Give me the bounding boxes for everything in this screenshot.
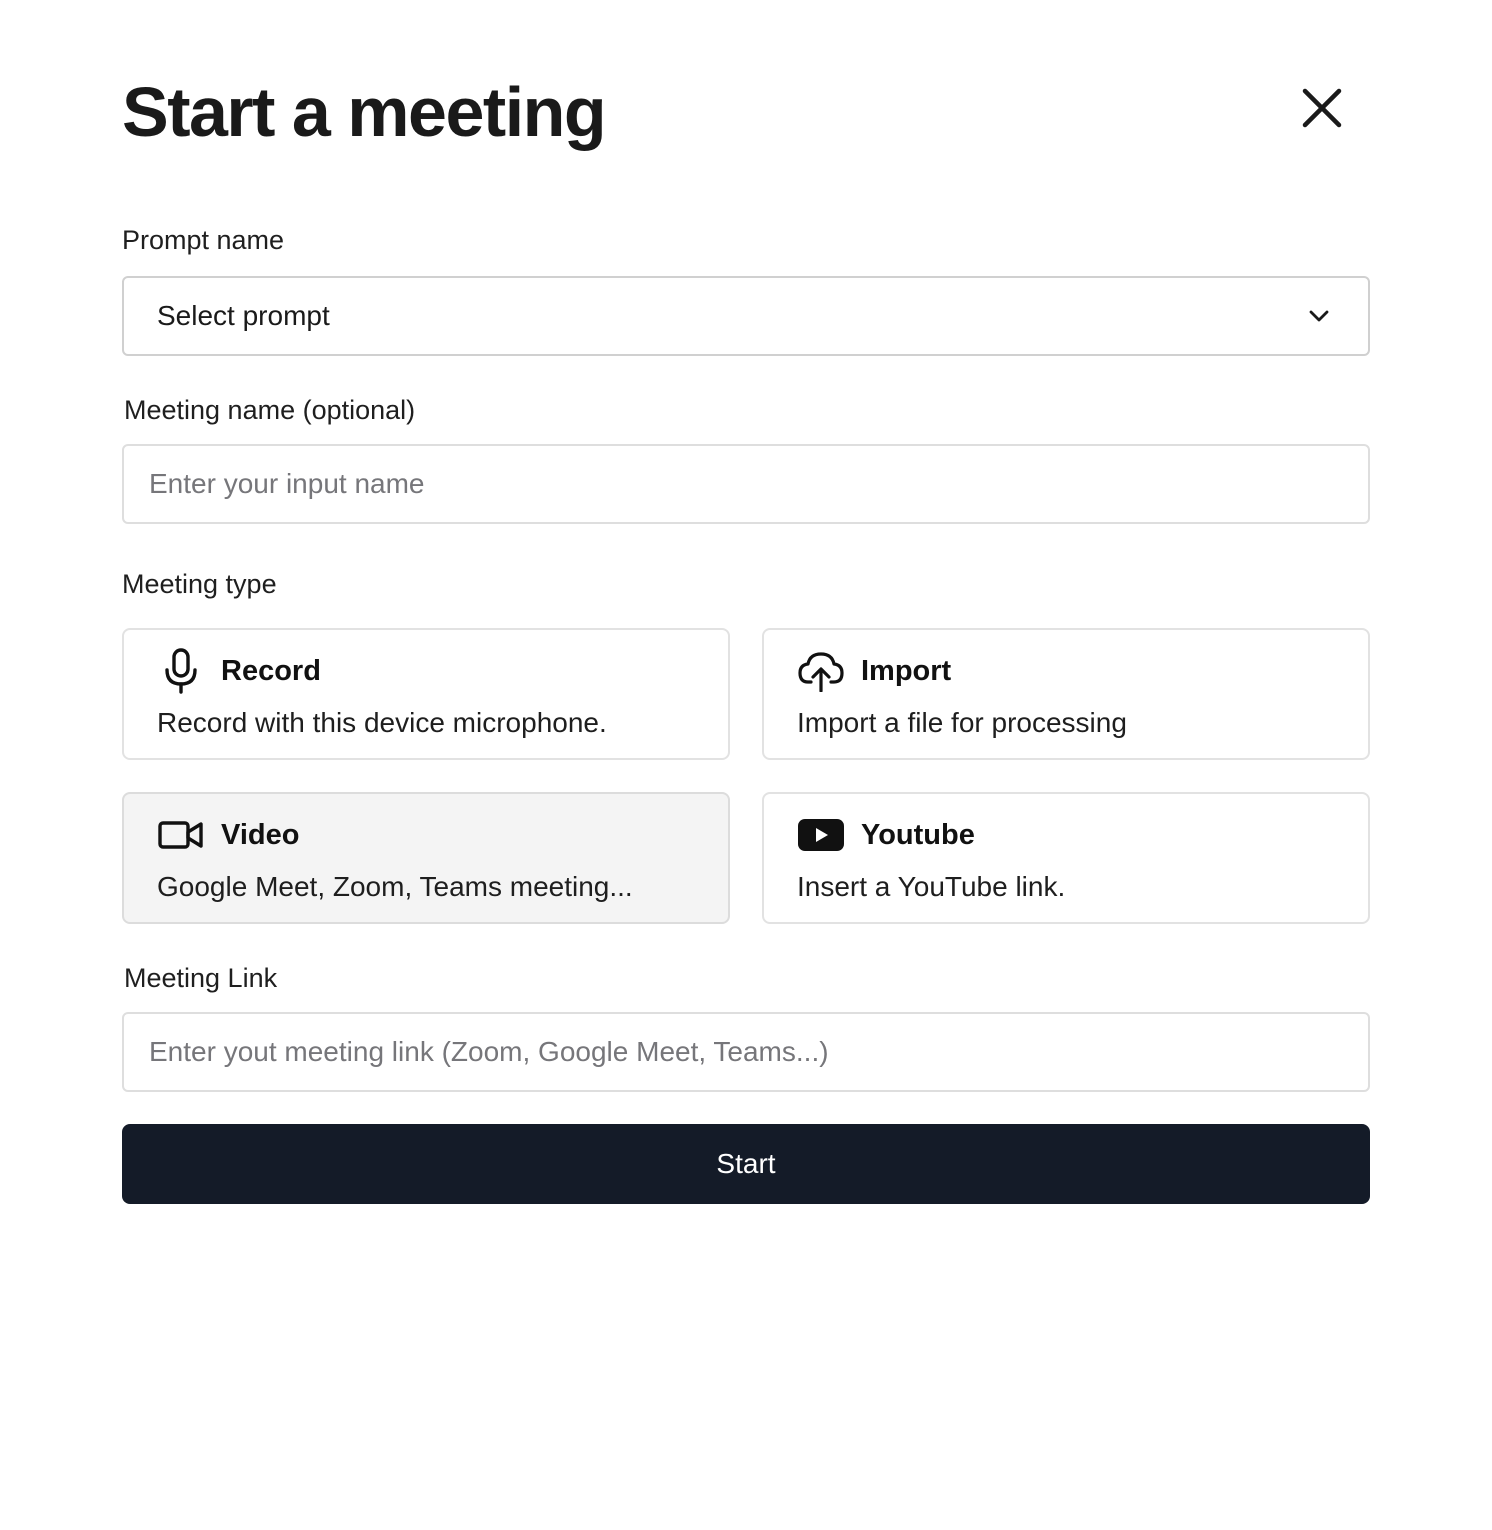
meeting-link-field-wrapper xyxy=(122,1012,1370,1092)
youtube-description: Insert a YouTube link. xyxy=(797,871,1066,902)
import-description: Import a file for processing xyxy=(797,707,1127,738)
start-meeting-dialog: Start a meeting Prompt name Select promp… xyxy=(122,0,1370,1530)
youtube-icon xyxy=(798,812,844,858)
start-button[interactable]: Start xyxy=(122,1124,1370,1204)
chevron-down-icon xyxy=(1309,310,1329,322)
record-title: Record xyxy=(221,655,321,687)
start-button-label: Start xyxy=(716,1148,776,1179)
video-camera-icon xyxy=(158,812,204,858)
microphone-icon xyxy=(158,648,204,694)
youtube-title: Youtube xyxy=(861,819,975,851)
close-icon xyxy=(1302,88,1342,128)
record-description: Record with this device microphone. xyxy=(157,707,607,738)
meeting-name-label: Meeting name (optional) xyxy=(124,395,416,425)
meeting-name-input[interactable] xyxy=(124,446,1368,522)
meeting-type-youtube-card[interactable]: Youtube Insert a YouTube link. xyxy=(762,792,1370,924)
import-title: Import xyxy=(861,655,952,687)
dialog-title: Start a meeting xyxy=(122,73,607,151)
video-description: Google Meet, Zoom, Teams meeting... xyxy=(157,871,633,902)
cloud-upload-icon xyxy=(798,648,844,694)
prompt-name-label: Prompt name xyxy=(122,225,285,255)
meeting-name-field-wrapper xyxy=(122,444,1370,524)
meeting-link-label: Meeting Link xyxy=(124,963,278,993)
meeting-type-record-card[interactable]: Record Record with this device microphon… xyxy=(122,628,730,760)
close-button[interactable] xyxy=(1298,84,1346,132)
meeting-type-label: Meeting type xyxy=(122,569,277,599)
meeting-type-video-card[interactable]: Video Google Meet, Zoom, Teams meeting..… xyxy=(122,792,730,924)
video-title: Video xyxy=(221,819,300,851)
meeting-link-input[interactable] xyxy=(124,1014,1368,1090)
meeting-type-import-card[interactable]: Import Import a file for processing xyxy=(762,628,1370,760)
prompt-select-value: Select prompt xyxy=(157,300,330,331)
prompt-select[interactable]: Select prompt xyxy=(122,276,1370,356)
